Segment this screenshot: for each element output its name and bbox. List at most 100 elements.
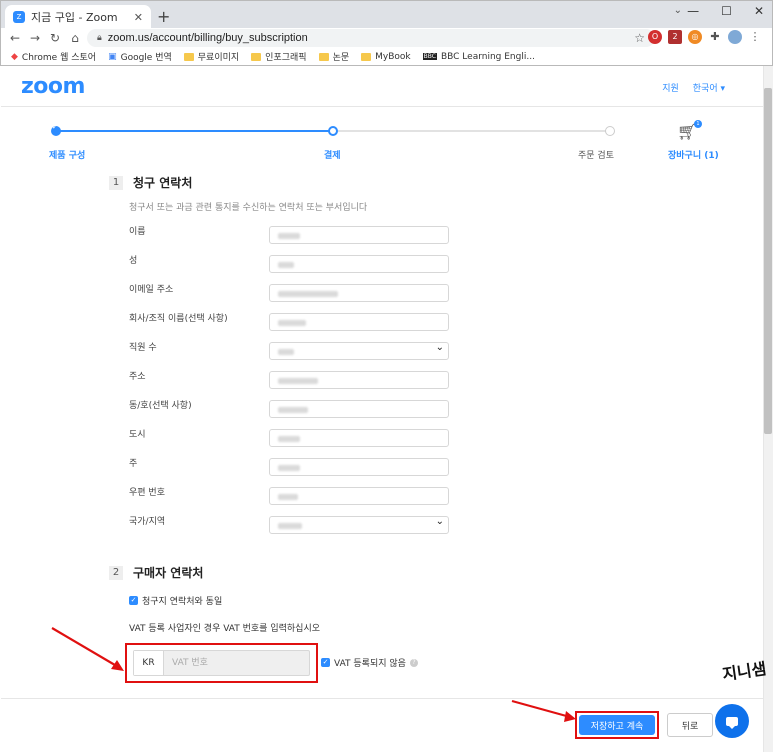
bookmark-item[interactable]: MyBook <box>361 52 411 62</box>
zoom-favicon-icon: Z <box>13 11 25 23</box>
section-number: 2 <box>109 565 123 580</box>
scrollbar-thumb[interactable] <box>764 88 772 434</box>
back-button[interactable]: 뒤로 <box>667 713 713 737</box>
browser-tabbar: Z 지금 구입 - Zoom ✕ + ⌄ — ☐ ✕ <box>0 0 773 29</box>
language-dropdown[interactable]: 한국어 ▾ <box>693 81 725 94</box>
progress-fill <box>55 130 333 132</box>
extension-icon[interactable]: ◎ <box>688 30 702 44</box>
support-link[interactable]: 지원 <box>662 81 679 94</box>
browser-tab[interactable]: Z 지금 구입 - Zoom ✕ <box>5 5 151 29</box>
bookmark-item[interactable]: ◆ Chrome 웹 스토어 <box>11 50 96 64</box>
back-arrow-icon[interactable]: ← <box>5 31 25 45</box>
vat-country-code: KR <box>134 651 164 675</box>
cart-label[interactable]: 장바구니 (1) <box>668 148 719 161</box>
close-window-button[interactable]: ✕ <box>754 4 764 18</box>
form-row: 국가/지역 <box>129 514 449 534</box>
form-row: 이름 <box>129 224 449 244</box>
opera-extension-icon[interactable]: O <box>648 30 662 44</box>
save-annotation-box: 저장하고 계속 <box>575 711 659 739</box>
form-row: 동/호(선택 사항) <box>129 398 449 418</box>
header-links: 지원 한국어 ▾ <box>662 81 725 94</box>
field-label: 이메일 주소 <box>129 285 174 295</box>
new-tab-icon[interactable]: + <box>157 7 170 26</box>
field-select[interactable] <box>269 516 449 534</box>
chat-button[interactable] <box>715 704 749 738</box>
home-icon[interactable]: ⌂ <box>65 31 85 45</box>
bookmark-item[interactable]: 논문 <box>318 50 349 63</box>
redacted-value <box>278 320 306 326</box>
folder-icon <box>183 52 194 61</box>
same-as-billing-checkbox[interactable]: ✓ 청구지 연락처와 동일 <box>129 594 222 607</box>
annotation-arrow-icon <box>51 627 124 671</box>
form-row: 주소 <box>129 369 449 389</box>
checkbox-checked-icon[interactable]: ✓ <box>129 596 138 605</box>
field-input[interactable] <box>269 487 449 505</box>
bookmark-item[interactable]: 인포그래픽 <box>251 50 307 63</box>
save-continue-button[interactable]: 저장하고 계속 <box>579 715 655 735</box>
menu-kebab-icon[interactable]: ⋮ <box>748 30 762 44</box>
field-input[interactable] <box>269 313 449 331</box>
bookmark-item[interactable]: BBC BBC Learning Engli... <box>422 52 535 62</box>
field-select[interactable] <box>269 342 449 360</box>
bookmark-item[interactable]: 무료이미지 <box>183 50 239 63</box>
extension-badge-icon[interactable]: 2 <box>668 30 682 44</box>
folder-icon <box>361 52 372 61</box>
field-label: 회사/조직 이름(선택 사항) <box>129 314 228 324</box>
puzzle-icon[interactable]: ✚ <box>708 30 722 44</box>
field-input[interactable] <box>269 226 449 244</box>
field-label: 국가/지역 <box>129 517 166 527</box>
field-input[interactable] <box>269 429 449 447</box>
bookmark-star-icon[interactable]: ☆ <box>634 31 645 45</box>
help-icon[interactable]: ? <box>409 658 418 667</box>
redacted-value <box>278 349 294 355</box>
redacted-value <box>278 494 298 500</box>
redacted-value <box>278 436 300 442</box>
checkbox-label: 청구지 연락처와 동일 <box>142 597 223 607</box>
tab-close-icon[interactable]: ✕ <box>134 11 143 24</box>
section-title: 청구 연락처 <box>133 176 193 190</box>
form-row: 성 <box>129 253 449 273</box>
field-input[interactable] <box>269 284 449 302</box>
bookmark-item[interactable]: ▣ Google 번역 <box>108 50 172 64</box>
tab-search-chevron-icon[interactable]: ⌄ <box>674 5 682 16</box>
redacted-value <box>278 378 318 384</box>
address-bar[interactable]: 🔒︎ zoom.us/account/billing/buy_subscript… <box>87 29 655 47</box>
step-pending-dot <box>605 126 615 136</box>
maximize-button[interactable]: ☐ <box>721 4 732 18</box>
translate-icon: ▣ <box>108 51 117 62</box>
field-input[interactable] <box>269 371 449 389</box>
vat-hint: VAT 등록 사업자인 경우 VAT 번호를 입력하십시오 <box>129 624 320 634</box>
field-input[interactable] <box>269 255 449 273</box>
field-label: 이름 <box>129 227 146 237</box>
window-controls: — ☐ ✕ <box>687 4 764 18</box>
buyer-section-header: 2 구매자 연락처 <box>109 564 203 581</box>
redacted-value <box>278 233 300 239</box>
section-title: 구매자 연락처 <box>133 566 204 580</box>
lock-icon: 🔒︎ <box>97 33 102 43</box>
folder-icon <box>318 52 329 61</box>
forward-arrow-icon[interactable]: → <box>25 31 45 45</box>
checkbox-checked-icon[interactable]: ✓ <box>321 658 330 667</box>
field-input[interactable] <box>269 458 449 476</box>
url-text: zoom.us/account/billing/buy_subscription <box>107 32 308 44</box>
bbc-icon: BBC <box>422 53 437 60</box>
reload-icon[interactable]: ↻ <box>45 31 65 45</box>
vat-number-input[interactable]: VAT 번호 <box>164 651 309 675</box>
extensions: O 2 ◎ ✚ ⋮ <box>648 30 762 44</box>
cart-badge: 1 <box>694 120 702 128</box>
form-row: 도시 <box>129 427 449 447</box>
vat-not-registered-checkbox[interactable]: ✓ VAT 등록되지 않음 ? <box>321 656 418 669</box>
form-row: 우편 번호 <box>129 485 449 505</box>
field-input[interactable] <box>269 400 449 418</box>
folder-icon <box>251 52 262 61</box>
field-label: 동/호(선택 사항) <box>129 401 192 411</box>
form-row: 회사/조직 이름(선택 사항) <box>129 311 449 331</box>
minimize-button[interactable]: — <box>687 4 699 18</box>
profile-avatar[interactable] <box>728 30 742 44</box>
redacted-value <box>278 407 308 413</box>
step-current-dot <box>328 126 338 136</box>
step-progress-bar <box>51 123 615 136</box>
step-product[interactable]: 제품 구성 <box>49 148 85 161</box>
zoom-logo[interactable]: zoom <box>21 74 85 99</box>
vat-annotation-box: KR VAT 번호 <box>125 643 318 683</box>
